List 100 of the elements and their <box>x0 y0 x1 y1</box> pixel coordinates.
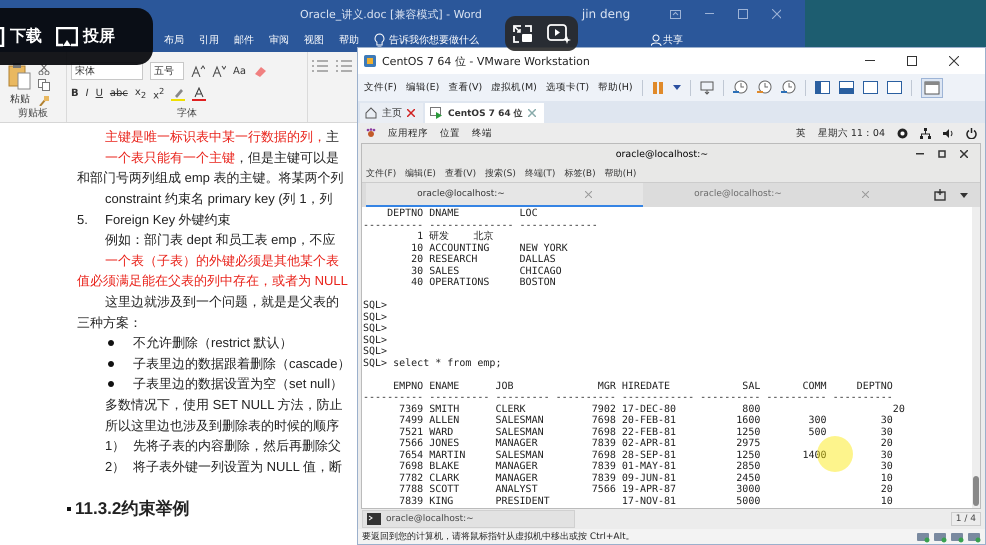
ribbon-tab[interactable]: 引用 <box>199 33 219 47</box>
doc-text: 值必须满足能在父表的列中存在，或者为 NULL <box>77 272 348 290</box>
terminal-line: 30 SALES CHICAGO <box>410 266 563 277</box>
terminal-line: 1 研发 北京 <box>416 231 494 242</box>
menu-item[interactable]: 搜索(S) <box>485 166 516 180</box>
terminal-line: ---------- ---------- --------- ---------- ------------ ---------- ---------- ---------- <box>363 392 894 404</box>
accessibility-icon[interactable] <box>897 128 908 138</box>
network-icon[interactable] <box>920 128 931 138</box>
menu-item[interactable]: 编辑(E) <box>406 81 440 94</box>
close-icon[interactable] <box>960 150 968 158</box>
font-color-icon[interactable] <box>192 86 206 101</box>
paste-button[interactable]: 粘贴 <box>10 92 30 106</box>
device-icon[interactable] <box>916 530 930 542</box>
terminal-line: 10 ACCOUNTING NEW YORK <box>410 242 569 254</box>
doc-text: 主键是唯一标识表中某一行数据的列，主 <box>105 128 339 146</box>
menu-item[interactable]: 标签(B) <box>564 166 596 180</box>
view-mode-icon[interactable] <box>838 81 854 94</box>
input-method-indicator[interactable]: 英 <box>796 126 806 140</box>
menu-item[interactable]: 文件(F) <box>366 166 396 180</box>
shrink-font-icon[interactable] <box>212 65 226 77</box>
bullet-icon <box>108 340 114 346</box>
clock-icon[interactable] <box>756 80 772 95</box>
tab[interactable]: 主页 <box>360 103 423 123</box>
terminal-line: 40 OPERATIONS BOSTON <box>410 277 557 288</box>
tab[interactable]: oracle@localhost:~ <box>643 183 920 207</box>
format-button[interactable]: x$_{2}$ <box>134 87 146 100</box>
scroll-thumb[interactable] <box>973 476 979 506</box>
doc-text: 一个表（子表）的外键必须是其他某个表 <box>105 252 339 270</box>
grow-font-icon[interactable] <box>191 65 205 77</box>
workspace-indicator[interactable]: 1 / 4 <box>950 512 981 526</box>
taskbar-window-button[interactable]: oracle@localhost:~ <box>362 510 575 528</box>
gnome-foot-icon <box>366 128 376 138</box>
terminal-line: 7499 ALLEN SALESMAN 7698 20-FEB-81 1600 300 30 <box>398 415 894 426</box>
menu-item[interactable]: 查看(V) <box>444 166 476 180</box>
copy-icon[interactable] <box>38 79 50 91</box>
maximize-icon[interactable] <box>907 56 917 66</box>
menu-item[interactable]: 文件(F) <box>364 81 397 94</box>
ribbon-tab[interactable]: 审阅 <box>269 33 289 47</box>
minimize-icon[interactable] <box>865 60 875 62</box>
caret-icon[interactable] <box>672 85 681 90</box>
view-mode-icon[interactable] <box>862 81 878 94</box>
window-layout-icon[interactable] <box>920 78 943 98</box>
overlay-button[interactable]: 投屏 <box>56 26 115 47</box>
terminal-line: 7788 SCOTT ANALYST 7566 19-APR-87 3000 20 <box>398 484 894 496</box>
clock[interactable]: 星期六 11：04 <box>818 126 885 140</box>
device-icon[interactable] <box>950 530 964 542</box>
menu-item[interactable]: 编辑(E) <box>405 166 436 180</box>
scissors-icon[interactable] <box>38 64 50 76</box>
ribbon-display-icon[interactable] <box>670 10 681 18</box>
format-button[interactable]: U <box>96 88 103 100</box>
highlighter-icon[interactable] <box>171 86 186 101</box>
format-button[interactable]: abc <box>110 88 128 100</box>
tab[interactable]: oracle@localhost:~ <box>366 183 643 207</box>
menu-item[interactable]: 终端(T) <box>524 166 556 180</box>
close-icon[interactable] <box>949 56 959 66</box>
tell-me-search[interactable]: 告诉我你想要做什么 <box>389 33 479 47</box>
tab[interactable]: CentOS 7 64 位 <box>425 103 544 123</box>
maximize-icon[interactable] <box>938 150 946 158</box>
device-icon[interactable] <box>967 530 981 542</box>
play-sparkle-icon[interactable] <box>547 22 572 44</box>
minimize-icon[interactable] <box>916 153 924 155</box>
menu-item[interactable]: 帮助(H) <box>598 81 633 94</box>
clock-icon[interactable] <box>732 80 748 95</box>
overlay-button[interactable]: 下载 <box>0 26 42 47</box>
font-size-dropdown[interactable]: 五号 <box>150 62 184 80</box>
ribbon-tab[interactable]: 帮助 <box>339 33 359 47</box>
menu-item[interactable]: 虚拟机(M) <box>491 81 537 94</box>
view-mode-icon[interactable] <box>814 81 830 94</box>
change-case-button[interactable]: Aa <box>233 66 246 76</box>
new-tab-icon[interactable] <box>934 189 946 201</box>
format-button[interactable]: I <box>86 88 89 100</box>
clock-icon[interactable] <box>780 80 796 95</box>
doc-text: 例如：部门表 dept 和员工表 emp，不应 <box>105 231 336 250</box>
bullet-list-icon[interactable] <box>312 60 328 72</box>
doc-text: 先将子表的内容删除，然后再删除父 <box>133 437 341 456</box>
format-button[interactable]: B <box>71 88 79 100</box>
share-button[interactable]: 共享 <box>663 33 683 47</box>
terminal-line: SQL> <box>363 300 388 312</box>
volume-icon[interactable] <box>943 128 954 138</box>
ribbon-tab[interactable]: 视图 <box>304 33 324 47</box>
ribbon-tab[interactable]: 邮件 <box>234 33 254 47</box>
view-mode-icon[interactable] <box>886 81 902 94</box>
paintbrush-icon[interactable] <box>38 94 50 106</box>
device-icon[interactable] <box>933 530 947 542</box>
user-name: jin deng <box>582 7 630 21</box>
picture-in-picture-icon[interactable] <box>512 24 534 44</box>
format-button[interactable]: x$^{2}$ <box>153 86 164 102</box>
caret-icon[interactable] <box>960 192 968 198</box>
menu-item[interactable]: 帮助(H) <box>604 166 636 180</box>
panel-menu[interactable]: 终端 <box>472 126 492 140</box>
ribbon-tab[interactable]: 布局 <box>164 33 184 47</box>
keyboard-send-icon[interactable] <box>700 80 714 94</box>
clipboard-icon[interactable] <box>8 62 32 90</box>
terminal-line: 7654 MARTIN SALESMAN 7698 28-SEP-81 1250 1400 30 <box>398 450 894 461</box>
power-icon[interactable] <box>966 128 977 138</box>
menu-item[interactable]: 查看(V) <box>448 81 482 94</box>
numbered-list-icon[interactable] <box>336 60 352 72</box>
panel-menu[interactable]: 位置 <box>440 126 460 140</box>
panel-menu[interactable]: 应用程序 <box>388 126 428 140</box>
menu-item[interactable]: 选项卡(T) <box>546 81 590 94</box>
